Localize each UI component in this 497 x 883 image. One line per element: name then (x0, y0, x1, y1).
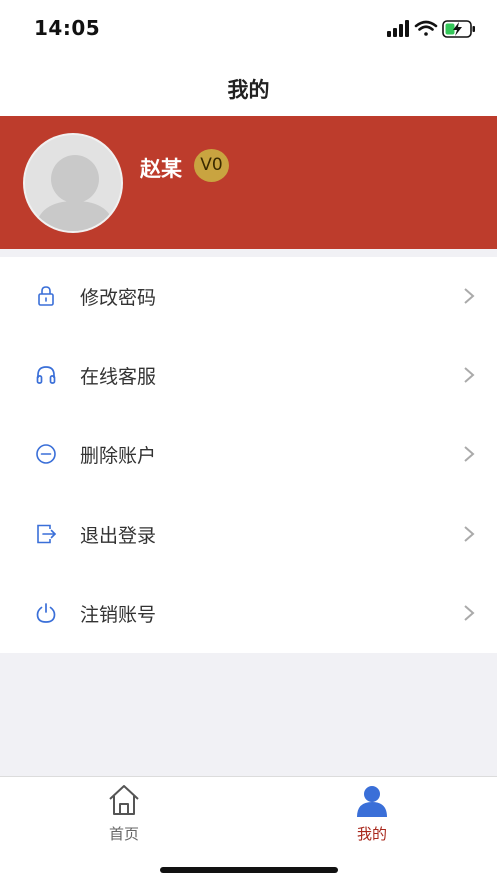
menu-item-customer-service[interactable]: 在线客服 (0, 336, 497, 415)
home-indicator (160, 867, 338, 873)
chevron-right-icon (464, 525, 475, 542)
tab-mine[interactable]: 我的 (332, 783, 412, 844)
chevron-right-icon (464, 604, 475, 621)
logout-icon (37, 524, 57, 543)
nav-bar: 我的 (0, 58, 497, 116)
menu-item-change-password[interactable]: 修改密码 (0, 257, 497, 336)
level-badge: V0 (194, 149, 229, 182)
tab-home[interactable]: 首页 (84, 783, 164, 844)
lock-icon (38, 286, 54, 306)
status-icons (387, 20, 475, 38)
status-bar: 14:05 (0, 0, 497, 58)
battery-charging-icon (442, 20, 475, 38)
avatar[interactable] (23, 133, 123, 233)
menu-item-label: 修改密码 (80, 287, 157, 309)
tab-label: 我的 (356, 825, 387, 843)
person-icon (357, 786, 387, 817)
chevron-right-icon (464, 446, 475, 463)
user-name: 赵某 (140, 157, 182, 181)
menu-item-label: 注销账号 (80, 603, 157, 626)
settings-menu: 修改密码 在线客服 删除账户 退出登录 注销账号 (0, 257, 497, 653)
profile-header: 赵某 V0 (0, 116, 497, 249)
menu-item-cancel-account[interactable]: 注销账号 (0, 574, 497, 653)
home-icon (109, 785, 139, 815)
menu-item-logout[interactable]: 退出登录 (0, 495, 497, 574)
menu-item-label: 在线客服 (80, 366, 157, 389)
menu-item-label: 删除账户 (80, 445, 157, 468)
wifi-icon (414, 20, 438, 36)
page-title: 我的 (227, 78, 270, 102)
status-time: 14:05 (34, 16, 101, 40)
minus-circle-icon (36, 444, 56, 465)
section-divider (0, 249, 497, 257)
headset-icon (36, 366, 56, 385)
menu-item-delete-account[interactable]: 删除账户 (0, 415, 497, 494)
tab-label: 首页 (108, 825, 139, 843)
avatar-placeholder-icon (35, 155, 115, 231)
chevron-right-icon (464, 367, 475, 383)
power-icon (36, 602, 56, 623)
cellular-signal-icon (387, 20, 409, 37)
chevron-right-icon (464, 288, 475, 304)
menu-item-label: 退出登录 (80, 524, 157, 547)
